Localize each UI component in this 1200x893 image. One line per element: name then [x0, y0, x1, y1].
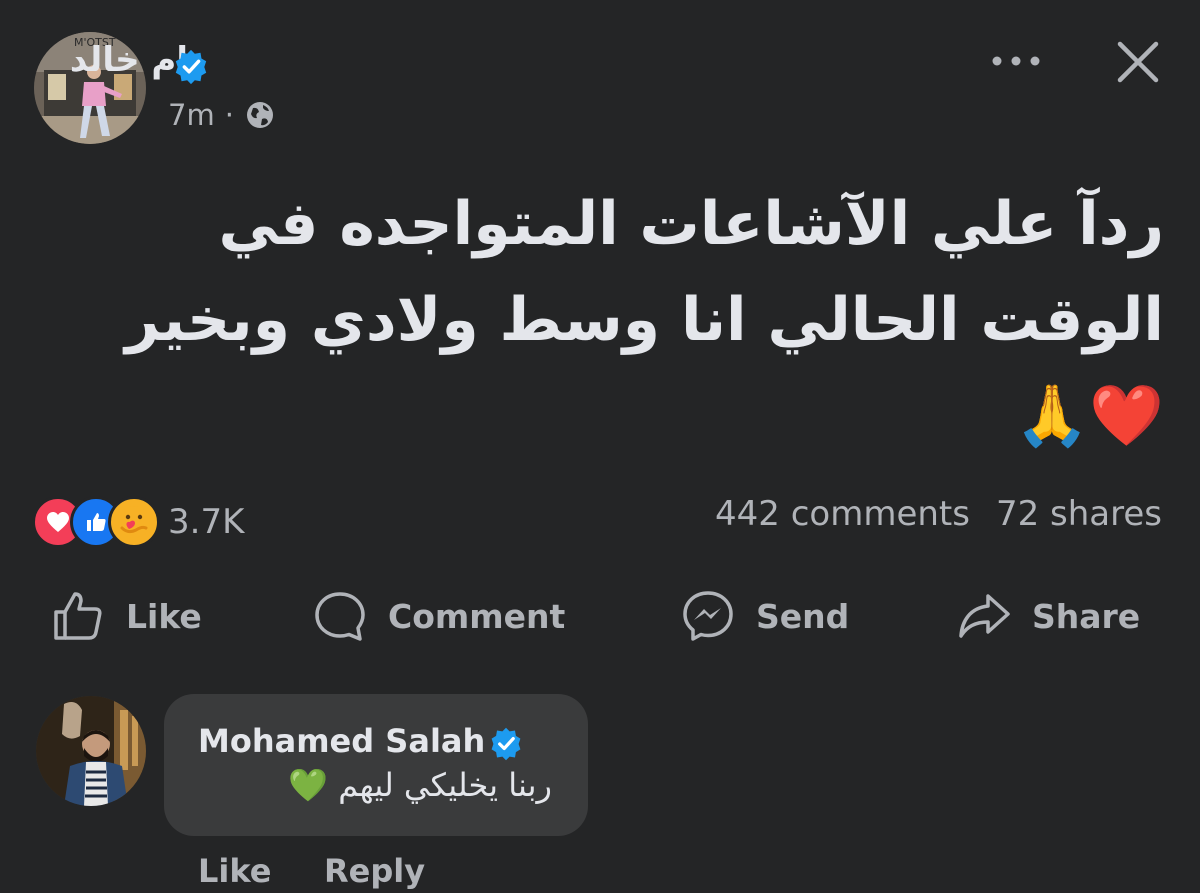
- share-icon: [959, 594, 1010, 638]
- more-options-button[interactable]: [988, 38, 1044, 84]
- comment-reply-button[interactable]: Reply: [324, 852, 425, 890]
- verified-badge-icon: [175, 49, 207, 85]
- comment-icon: [315, 592, 365, 641]
- shares-count[interactable]: 72 shares: [996, 494, 1162, 534]
- messenger-icon: [683, 591, 733, 641]
- comment-button[interactable]: Comment: [312, 584, 565, 648]
- like-label: Like: [126, 596, 202, 636]
- share-button[interactable]: Share: [956, 584, 1140, 648]
- post-author-name[interactable]: ام خالد: [70, 40, 188, 80]
- more-options-icon: [992, 56, 1040, 66]
- share-label: Share: [1032, 596, 1141, 636]
- close-icon[interactable]: [1110, 34, 1166, 90]
- thumbs-up-icon: [54, 592, 102, 640]
- reactions-count: 3.7K: [168, 502, 245, 542]
- commenter-name[interactable]: Mohamed Salah: [198, 722, 485, 760]
- care-reaction-icon: [108, 496, 160, 548]
- post-time[interactable]: 7m: [168, 98, 215, 132]
- comment-text: ربنا يخليكي ليهم 💚: [288, 766, 552, 804]
- send-button[interactable]: Send: [680, 584, 849, 648]
- comment-like-button[interactable]: Like: [198, 852, 271, 890]
- post-stats: 442 comments 72 shares: [715, 494, 1162, 534]
- comments-count[interactable]: 442 comments: [715, 494, 970, 534]
- like-button[interactable]: Like: [50, 584, 202, 648]
- verified-badge-icon: [491, 727, 521, 761]
- comment-bubble: [164, 694, 588, 836]
- send-label: Send: [756, 596, 850, 636]
- globe-icon: [246, 102, 273, 128]
- post-text: ردآ علي الآشاعات المتواجده في الوقت الحا…: [125, 189, 1164, 451]
- commenter-avatar[interactable]: [36, 696, 146, 806]
- post-meta: 7m ·: [168, 98, 276, 132]
- reactions-summary[interactable]: 3.7K: [32, 496, 244, 548]
- meta-separator: ·: [224, 98, 234, 132]
- comment-label: Comment: [388, 596, 566, 636]
